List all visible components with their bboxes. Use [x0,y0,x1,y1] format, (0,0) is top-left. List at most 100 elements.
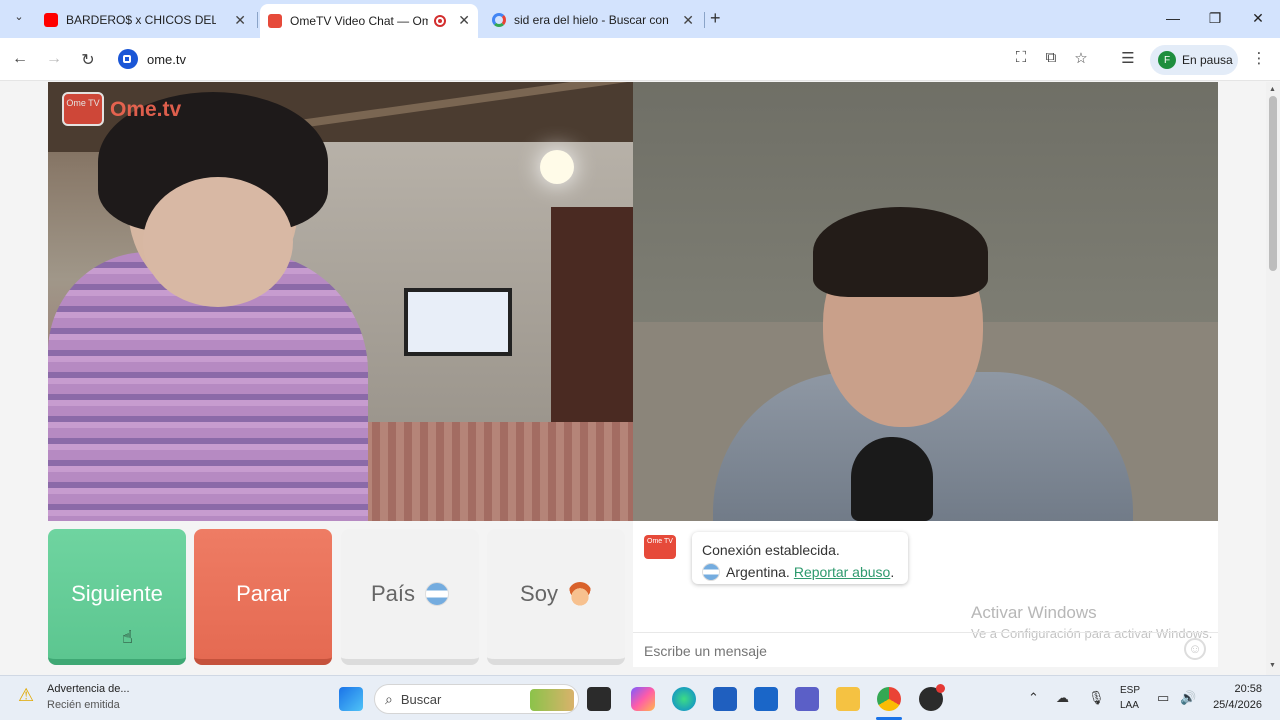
stop-label: Parar [236,581,290,606]
notification-subtitle: Recién emitida [47,699,120,711]
close-tab-icon[interactable]: ✕ [682,12,694,29]
next-button[interactable]: Siguiente [48,529,186,665]
stranger-video: Ome TV Ome.tv [48,82,633,521]
scrollbar[interactable]: ▲ ▼ [1266,82,1280,675]
recording-badge-icon [936,684,945,693]
google-icon [492,13,506,27]
language-bottom[interactable]: LAA [1120,700,1139,711]
youtube-icon [44,13,58,27]
site-info-icon[interactable] [118,49,138,69]
chrome-icon[interactable] [877,687,901,711]
tab-strip: ⌄ BARDERO$ x CHICOS DEL BARR ✕ OmeTV Vid… [0,0,1280,38]
tab-ometv[interactable]: OmeTV Video Chat — Ome ✕ [260,4,478,38]
next-label: Siguiente [71,581,163,606]
lamp [540,150,574,184]
gender-button[interactable]: Soy [487,529,625,665]
tab-title: OmeTV Video Chat — Ome [290,14,428,28]
tab-title: sid era del hielo - Buscar con Go [514,13,670,27]
clock-time[interactable]: 20:58 [1210,683,1262,695]
warning-icon[interactable]: ⚠ [18,685,34,706]
ometv-logo-text: Ome.tv [110,98,182,121]
ometv-icon [268,14,282,28]
microphone-icon[interactable]: 🎙 [1088,690,1105,706]
profile-status: En pausa [1182,53,1233,67]
media-control-icon[interactable]: ☰ [1118,49,1138,67]
scroll-down-icon[interactable]: ▼ [1269,662,1276,669]
close-tab-icon[interactable]: ✕ [458,12,470,29]
connection-status: Conexión establecida. [702,542,840,558]
argentina-flag-icon [425,582,450,606]
profile-button[interactable]: F En pausa [1150,45,1238,75]
stranger-country: Argentina. [726,564,790,580]
windows-start-icon[interactable] [339,687,363,711]
tab-title: BARDERO$ x CHICOS DEL BARR [66,13,216,27]
scrollbar-thumb[interactable] [1269,96,1277,271]
tab-separator [704,12,705,28]
browser-toolbar: ← → ↻ ome.tv ⛶ ⧉ ☆ ☰ F En pausa ⋮ [0,38,1280,81]
chat-system-message: Conexión establecida. Argentina. Reporta… [692,532,908,584]
boy-emoji-icon [567,582,592,606]
microphone [851,437,933,521]
recording-icon [434,15,446,27]
tab-youtube[interactable]: BARDERO$ x CHICOS DEL BARR ✕ [44,6,254,34]
country-label: País [370,581,416,606]
task-view-icon[interactable] [587,687,611,711]
windows-taskbar: ⚠ Advertencia de... Recién emitida ⌕ Bus… [0,675,1280,720]
tray-chevron-icon[interactable]: ⌃ [1028,690,1039,706]
back-icon[interactable]: ← [10,50,30,68]
close-window-icon[interactable]: ✕ [1248,10,1268,27]
search-icon: ⌕ [385,690,393,707]
avatar: F [1158,51,1176,69]
emoji-picker-icon[interactable]: ☺ [1184,638,1206,660]
person-hair [813,207,988,297]
address-bar[interactable]: ome.tv [147,52,186,67]
monitor-icon[interactable]: ▭ [1157,690,1169,706]
volume-icon[interactable]: 🔊 [1180,690,1196,706]
copilot-icon[interactable] [631,687,655,711]
install-app-icon[interactable]: ⧉ [1041,49,1061,66]
file-explorer-icon[interactable] [836,687,860,711]
notification-title[interactable]: Advertencia de... [47,683,130,695]
tab-separator [257,12,258,28]
network-cloud-icon[interactable]: ☁ [1056,690,1069,706]
edge-icon[interactable] [672,687,696,711]
scroll-up-icon[interactable]: ▲ [1269,86,1276,93]
minimize-icon[interactable]: — [1163,10,1183,26]
close-tab-icon[interactable]: ✕ [234,12,246,29]
teams-icon[interactable] [795,687,819,711]
tv [404,288,512,356]
taskbar-search[interactable]: ⌕ Buscar [374,684,579,714]
clock-date[interactable]: 25/4/2026 [1202,699,1262,711]
translate-icon[interactable]: ⛶ [1011,49,1031,66]
shelf [551,207,633,437]
gender-label: Soy [520,581,558,606]
self-video [633,82,1218,521]
reload-icon[interactable]: ↻ [78,50,98,70]
tab-google[interactable]: sid era del hielo - Buscar con Go ✕ [492,6,702,34]
bed [348,422,633,521]
report-suffix: . [890,564,895,580]
person-face-lower [143,177,293,307]
store-icon[interactable] [713,687,737,711]
chat-ometv-logo: Ome TV [644,535,676,559]
argentina-flag-icon [702,563,720,581]
bookmark-star-icon[interactable]: ☆ [1071,49,1091,67]
forward-icon[interactable]: → [44,50,64,68]
search-highlight-icon [530,689,574,711]
outlook-icon[interactable] [754,687,778,711]
chat-message-input[interactable] [644,642,1184,660]
activate-windows-subtitle: Ve a Configuración para activar Windows. [971,626,1213,641]
language-top[interactable]: ESP [1120,685,1140,696]
search-placeholder: Buscar [400,691,442,707]
tab-search-chevron-icon[interactable]: ⌄ [10,10,28,28]
report-abuse-link[interactable]: Reportar abuso [794,561,891,583]
stop-button[interactable]: Parar [194,529,332,665]
mouse-cursor-icon: ☝ [122,627,133,647]
restore-icon[interactable]: ❐ [1205,10,1225,27]
country-button[interactable]: País [341,529,479,665]
menu-kebab-icon[interactable]: ⋮ [1249,49,1269,67]
activate-windows-title: Activar Windows [971,603,1097,622]
ometv-logo-badge: Ome TV [62,92,104,126]
chat-divider [633,632,1218,633]
new-tab-button[interactable]: + [710,8,721,29]
